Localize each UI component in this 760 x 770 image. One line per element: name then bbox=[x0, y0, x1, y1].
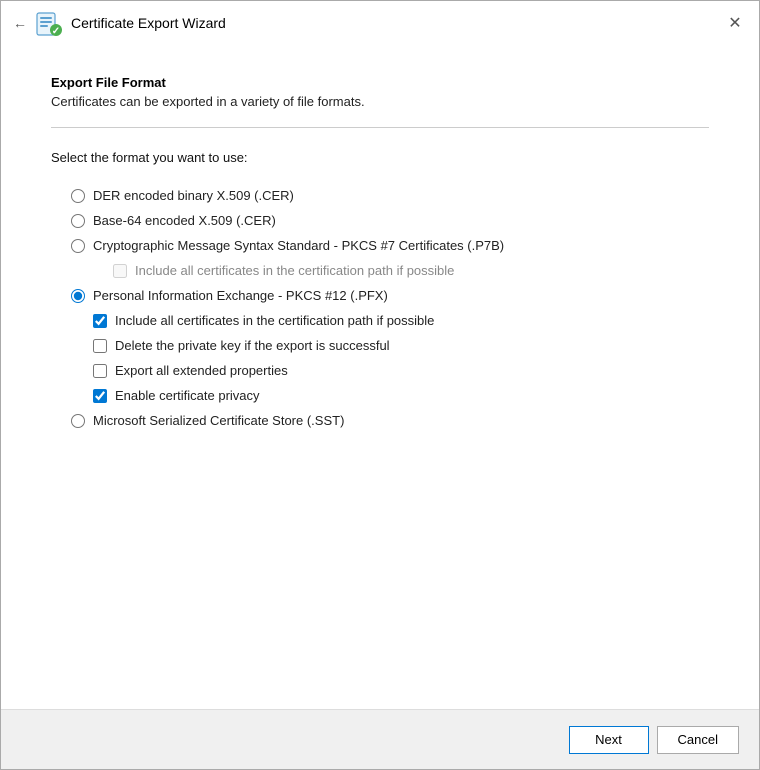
checkbox-pfx-enable-privacy[interactable]: Enable certificate privacy bbox=[93, 383, 709, 408]
back-arrow-button[interactable]: ← bbox=[13, 15, 27, 31]
radio-sst[interactable]: Microsoft Serialized Certificate Store (… bbox=[51, 408, 709, 433]
footer: Next Cancel bbox=[1, 709, 759, 769]
radio-pfx-input[interactable] bbox=[71, 289, 85, 303]
svg-text:✓: ✓ bbox=[52, 26, 60, 37]
radio-base64-label: Base-64 encoded X.509 (.CER) bbox=[93, 213, 276, 228]
radio-pfx[interactable]: Personal Information Exchange - PKCS #12… bbox=[51, 283, 709, 308]
next-button[interactable]: Next bbox=[569, 726, 649, 754]
checkbox-crypto-include[interactable]: Include all certificates in the certific… bbox=[113, 258, 709, 283]
radio-sst-input[interactable] bbox=[71, 414, 85, 428]
pfx-sub-options: Include all certificates in the certific… bbox=[51, 308, 709, 408]
radio-der-input[interactable] bbox=[71, 189, 85, 203]
section-description: Certificates can be exported in a variet… bbox=[51, 94, 709, 109]
title-bar-left: ← ✓ Certificate Export Wizard bbox=[13, 9, 226, 37]
close-button[interactable]: ✕ bbox=[723, 11, 747, 35]
radio-base64-input[interactable] bbox=[71, 214, 85, 228]
checkbox-pfx-include-certs[interactable]: Include all certificates in the certific… bbox=[93, 308, 709, 333]
format-select-label: Select the format you want to use: bbox=[51, 150, 709, 165]
radio-crypto-input[interactable] bbox=[71, 239, 85, 253]
dialog-title: Certificate Export Wizard bbox=[71, 15, 226, 31]
radio-pfx-label: Personal Information Exchange - PKCS #12… bbox=[93, 288, 388, 303]
divider bbox=[51, 127, 709, 128]
radio-crypto-label: Cryptographic Message Syntax Standard - … bbox=[93, 238, 504, 253]
checkbox-pfx-enable-privacy-input[interactable] bbox=[93, 389, 107, 403]
checkbox-pfx-export-extended-label: Export all extended properties bbox=[115, 363, 288, 378]
checkbox-pfx-delete-key[interactable]: Delete the private key if the export is … bbox=[93, 333, 709, 358]
radio-sst-label: Microsoft Serialized Certificate Store (… bbox=[93, 413, 344, 428]
title-bar: ← ✓ Certificate Export Wizard ✕ bbox=[1, 1, 759, 45]
wizard-icon: ✓ bbox=[35, 9, 63, 37]
radio-der-label: DER encoded binary X.509 (.CER) bbox=[93, 188, 294, 203]
radio-der[interactable]: DER encoded binary X.509 (.CER) bbox=[51, 183, 709, 208]
checkbox-crypto-include-input bbox=[113, 264, 127, 278]
checkbox-pfx-include-certs-label: Include all certificates in the certific… bbox=[115, 313, 434, 328]
checkbox-pfx-delete-key-label: Delete the private key if the export is … bbox=[115, 338, 390, 353]
content-area: Export File Format Certificates can be e… bbox=[1, 45, 759, 709]
checkbox-pfx-enable-privacy-label: Enable certificate privacy bbox=[115, 388, 260, 403]
radio-base64[interactable]: Base-64 encoded X.509 (.CER) bbox=[51, 208, 709, 233]
checkbox-pfx-include-certs-input[interactable] bbox=[93, 314, 107, 328]
section-title: Export File Format bbox=[51, 75, 709, 90]
checkbox-pfx-export-extended-input[interactable] bbox=[93, 364, 107, 378]
checkbox-pfx-delete-key-input[interactable] bbox=[93, 339, 107, 353]
cancel-button[interactable]: Cancel bbox=[657, 726, 739, 754]
dialog-window: ← ✓ Certificate Export Wizard ✕ Export F… bbox=[0, 0, 760, 770]
radio-crypto[interactable]: Cryptographic Message Syntax Standard - … bbox=[51, 233, 709, 258]
checkbox-pfx-export-extended[interactable]: Export all extended properties bbox=[93, 358, 709, 383]
format-options: DER encoded binary X.509 (.CER) Base-64 … bbox=[51, 183, 709, 433]
checkbox-crypto-include-label: Include all certificates in the certific… bbox=[135, 263, 454, 278]
crypto-sub-options: Include all certificates in the certific… bbox=[51, 258, 709, 283]
